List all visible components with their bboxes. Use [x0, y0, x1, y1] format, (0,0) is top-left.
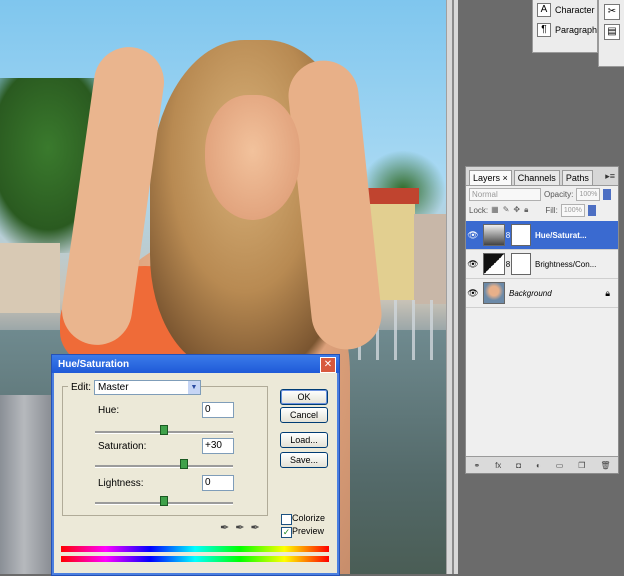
load-button[interactable]: Load...	[280, 432, 328, 448]
layer-brightness-contrast[interactable]: 👁︎ 8 Brightness/Con...	[466, 250, 618, 279]
hue-slider-thumb[interactable]	[160, 425, 168, 435]
saturation-label: Saturation:	[98, 441, 147, 452]
blend-row: Normal Opacity: 100%	[466, 186, 618, 202]
layer-mask-thumbnail	[511, 253, 531, 275]
collapsed-panel-dock: A Character ¶ Paragraph	[532, 0, 598, 53]
lock-position-icon[interactable]: ✥	[513, 205, 520, 215]
scissors-icon[interactable]: ✂	[604, 4, 620, 20]
eye-icon[interactable]: 👁︎	[466, 288, 480, 299]
lock-icon: 🔒︎	[605, 287, 610, 298]
opacity-label: Opacity:	[544, 189, 574, 199]
colorize-label: Colorize	[292, 513, 326, 523]
lightness-label: Lightness:	[98, 478, 144, 489]
eyedropper-minus-icon[interactable]: ✒	[250, 521, 259, 534]
lightness-field[interactable]: 0	[202, 475, 234, 491]
paragraph-icon: ¶	[537, 23, 551, 37]
lock-icons[interactable]: ▦ ✎ ✥ 🔒︎	[491, 205, 528, 215]
divider-strip	[452, 0, 454, 574]
edit-select[interactable]: Master ▼	[94, 380, 201, 395]
trash-icon[interactable]: 🗑︎	[600, 461, 610, 470]
eye-icon[interactable]: 👁︎	[466, 259, 480, 270]
color-spectrum-bar-top	[61, 546, 329, 552]
layers-panel-tabs: Layers × Channels Paths ▸≡	[466, 167, 618, 186]
character-panel-label: Character	[555, 5, 595, 15]
layer-style-icon[interactable]: fx	[495, 461, 501, 470]
blend-mode-select[interactable]: Normal	[469, 187, 541, 201]
adjustment-thumbnail	[483, 224, 505, 246]
character-panel-button[interactable]: A Character	[533, 0, 597, 20]
layer-name: Hue/Saturat...	[535, 230, 587, 240]
save-button[interactable]: Save...	[280, 452, 328, 468]
dialog-titlebar[interactable]: Hue/Saturation	[52, 355, 339, 373]
close-icon[interactable]: ✕	[320, 357, 336, 373]
panel-menu-icon[interactable]: ▸≡	[605, 171, 615, 182]
saturation-field[interactable]: +30	[202, 438, 234, 454]
tab-channels[interactable]: Channels	[513, 170, 560, 185]
lock-all-icon[interactable]: 🔒︎	[524, 205, 528, 215]
preview-checkbox[interactable]: ✓	[281, 527, 292, 538]
character-icon: A	[537, 3, 551, 17]
chevron-down-icon: ▼	[188, 381, 200, 394]
new-layer-icon[interactable]: ❐	[578, 461, 585, 470]
opacity-arrow-icon[interactable]	[603, 188, 612, 200]
panel-icon[interactable]: ▤	[604, 24, 620, 40]
fill-arrow-icon[interactable]	[587, 204, 596, 216]
eyedropper-tools: ✒ ✒ ✒	[220, 521, 260, 534]
eyedropper-icon[interactable]: ✒	[220, 521, 229, 534]
fill-label: Fill:	[545, 205, 558, 215]
ok-button[interactable]: OK	[280, 389, 328, 405]
paragraph-panel-label: Paragraph	[554, 25, 597, 35]
lightness-slider-thumb[interactable]	[160, 496, 168, 506]
layers-panel: Layers × Channels Paths ▸≡ Normal Opacit…	[465, 166, 619, 474]
photo-person-face	[205, 95, 300, 220]
dialog-title: Hue/Saturation	[58, 358, 130, 370]
tool-dock: ✂ ▤	[598, 0, 624, 67]
group-icon[interactable]: ▭	[556, 461, 564, 470]
lock-label: Lock:	[469, 205, 489, 215]
lock-row: Lock: ▦ ✎ ✥ 🔒︎ Fill: 100%	[466, 202, 618, 218]
link-layers-icon[interactable]: ⚭	[473, 461, 480, 470]
photo-building	[0, 243, 60, 313]
image-thumbnail	[483, 282, 505, 304]
colorize-checkbox[interactable]	[281, 514, 292, 525]
cancel-button[interactable]: Cancel	[280, 407, 328, 423]
tab-layers[interactable]: Layers ×	[469, 170, 512, 185]
adjustment-thumbnail	[483, 253, 505, 275]
layer-background[interactable]: 👁︎ Background 🔒︎	[466, 279, 618, 308]
hue-saturation-dialog: Hue/Saturation ✕ Edit: Master ▼ Hue: 0 Sa…	[51, 354, 340, 576]
eyedropper-plus-icon[interactable]: ✒	[235, 521, 244, 534]
add-mask-icon[interactable]: ◘	[516, 461, 521, 470]
layer-mask-thumbnail	[511, 224, 531, 246]
lock-pixels-icon[interactable]: ✎	[503, 205, 510, 215]
adjustment-layer-icon[interactable]: ◐	[536, 461, 541, 470]
layer-hue-saturation[interactable]: 👁︎ 8 Hue/Saturat...	[466, 221, 618, 250]
eye-icon[interactable]: 👁︎	[466, 230, 480, 241]
tab-paths[interactable]: Paths	[561, 170, 593, 185]
layer-name: Brightness/Con...	[535, 259, 597, 269]
fill-field[interactable]: 100%	[560, 203, 585, 217]
saturation-slider-thumb[interactable]	[180, 459, 188, 469]
hue-label: Hue:	[98, 405, 120, 416]
layer-list: 👁︎ 8 Hue/Saturat... 👁︎ 8 Brightness/Con.…	[466, 221, 618, 308]
edit-label: Edit:	[68, 382, 95, 393]
preview-label: Preview	[292, 526, 325, 536]
layer-name: Background	[509, 288, 552, 298]
photo-building	[414, 214, 446, 304]
layers-panel-footer: ⚭ fx ◘ ◐ ▭ ❐ 🗑︎	[466, 456, 618, 473]
hue-field[interactable]: 0	[202, 402, 234, 418]
paragraph-panel-button[interactable]: ¶ Paragraph	[533, 20, 597, 40]
saturation-slider-track[interactable]	[95, 465, 233, 468]
lock-transparency-icon[interactable]: ▦	[491, 205, 499, 215]
edit-select-value: Master	[98, 382, 129, 393]
color-spectrum-bar-bottom	[61, 556, 329, 562]
opacity-field[interactable]: 100%	[576, 187, 601, 201]
